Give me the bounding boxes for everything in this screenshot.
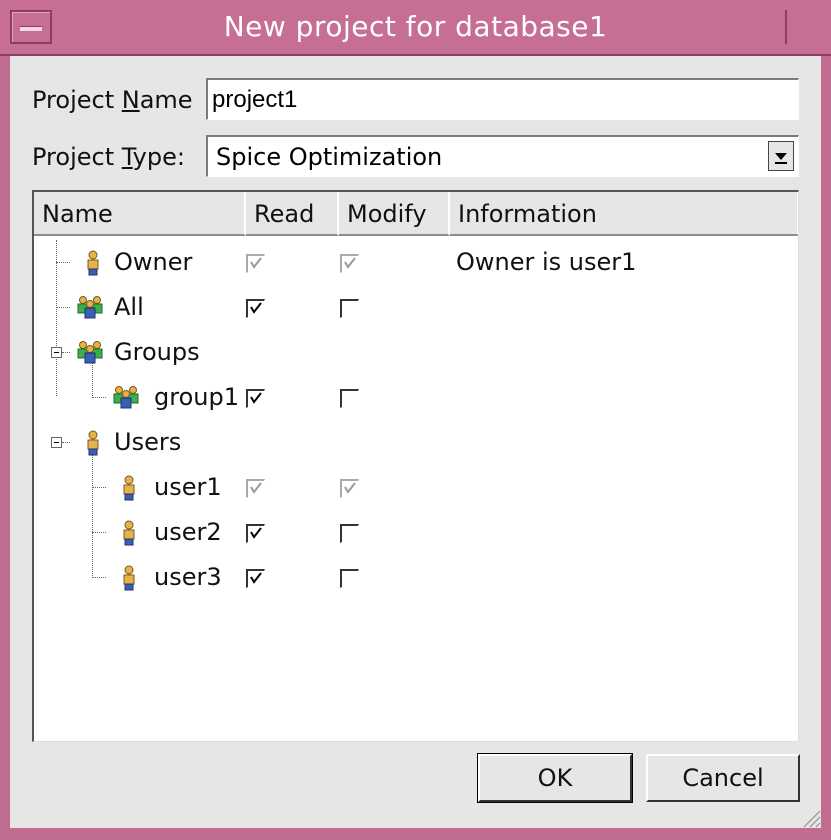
column-header-name[interactable]: Name <box>34 192 246 236</box>
label-text: ype: <box>132 143 185 171</box>
checkmark-icon <box>250 527 262 539</box>
dialog-window: New project for database1 Project Name P… <box>0 0 831 840</box>
window-bottom-frame[interactable] <box>0 828 831 840</box>
read-checkbox[interactable] <box>246 389 265 408</box>
group-icon <box>77 296 103 319</box>
title-bar[interactable]: New project for database1 <box>0 0 831 56</box>
read-checkbox <box>246 479 265 498</box>
checkmark-icon <box>250 482 262 494</box>
ok-button[interactable]: OK <box>477 753 633 803</box>
checkmark-icon <box>344 257 356 269</box>
window-title: New project for database1 <box>223 10 608 43</box>
checkmark-icon <box>344 482 356 494</box>
user-icon <box>87 250 99 276</box>
tree-connector <box>92 577 106 578</box>
user-icon <box>123 565 135 591</box>
group-icon <box>77 341 103 364</box>
dropdown-arrow-button[interactable] <box>768 141 794 171</box>
chevron-down-icon <box>775 153 787 164</box>
label-text: ame <box>139 86 193 114</box>
modify-checkbox[interactable] <box>340 524 359 543</box>
row-name: user1 <box>154 473 222 501</box>
table-row[interactable]: Users <box>34 420 798 465</box>
project-type-value: Spice Optimization <box>216 143 443 171</box>
modify-checkbox[interactable] <box>340 389 359 408</box>
cancel-button[interactable]: Cancel <box>646 754 800 802</box>
table-row[interactable]: user1 <box>34 465 798 510</box>
permissions-table[interactable]: Name Read Modify Information Owner Owner… <box>32 190 799 742</box>
mnemonic-letter: N <box>121 86 140 114</box>
table-header: Name Read Modify Information <box>34 192 798 236</box>
modify-checkbox <box>340 254 359 273</box>
project-name-label: Project Name <box>32 86 193 114</box>
tree-connector <box>92 397 106 398</box>
column-header-read[interactable]: Read <box>246 192 339 236</box>
row-name: Owner <box>114 248 193 276</box>
table-row[interactable]: All <box>34 285 798 330</box>
project-name-input[interactable] <box>206 78 799 120</box>
read-checkbox[interactable] <box>246 299 265 318</box>
table-row[interactable]: group1 <box>34 375 798 420</box>
group-icon <box>113 386 139 409</box>
row-name: user2 <box>154 518 222 546</box>
read-checkbox[interactable] <box>246 569 265 588</box>
column-header-modify[interactable]: Modify <box>339 192 450 236</box>
row-name: group1 <box>154 383 239 411</box>
tree-connector <box>56 307 70 308</box>
user-icon <box>123 520 135 546</box>
row-information: Owner is user1 <box>456 248 637 276</box>
project-type-label: Project Type: <box>32 143 185 171</box>
modify-checkbox <box>340 479 359 498</box>
tree-connector <box>62 352 70 353</box>
read-checkbox <box>246 254 265 273</box>
row-name: Groups <box>114 338 200 366</box>
modify-checkbox[interactable] <box>340 299 359 318</box>
checkmark-icon <box>250 257 262 269</box>
modify-checkbox[interactable] <box>340 569 359 588</box>
tree-connector <box>92 532 106 533</box>
title-bar-right-frame <box>785 10 823 44</box>
tree-connector <box>62 442 70 443</box>
tree-expander[interactable] <box>51 347 62 358</box>
mnemonic-letter: T <box>121 143 133 171</box>
label-text: Project <box>32 86 122 114</box>
row-name: Users <box>114 428 182 456</box>
checkmark-icon <box>250 392 262 404</box>
tree-connector <box>56 262 70 263</box>
dialog-content: Project Name Project Type: Spice Optimiz… <box>10 56 821 828</box>
row-name: user3 <box>154 563 222 591</box>
project-type-select[interactable]: Spice Optimization <box>206 135 799 177</box>
resize-grip-icon[interactable] <box>799 806 821 828</box>
column-header-information[interactable]: Information <box>450 192 798 236</box>
checkmark-icon <box>250 302 262 314</box>
user-icon <box>87 430 99 456</box>
table-row[interactable]: Owner Owner is user1 <box>34 240 798 285</box>
read-checkbox[interactable] <box>246 524 265 543</box>
tree-expander[interactable] <box>51 437 62 448</box>
table-row[interactable]: user3 <box>34 555 798 600</box>
row-name: All <box>114 293 144 321</box>
tree-connector <box>92 487 106 488</box>
checkmark-icon <box>250 572 262 584</box>
label-text: Project <box>32 143 122 171</box>
user-icon <box>123 475 135 501</box>
table-row[interactable]: Groups <box>34 330 798 375</box>
table-row[interactable]: user2 <box>34 510 798 555</box>
